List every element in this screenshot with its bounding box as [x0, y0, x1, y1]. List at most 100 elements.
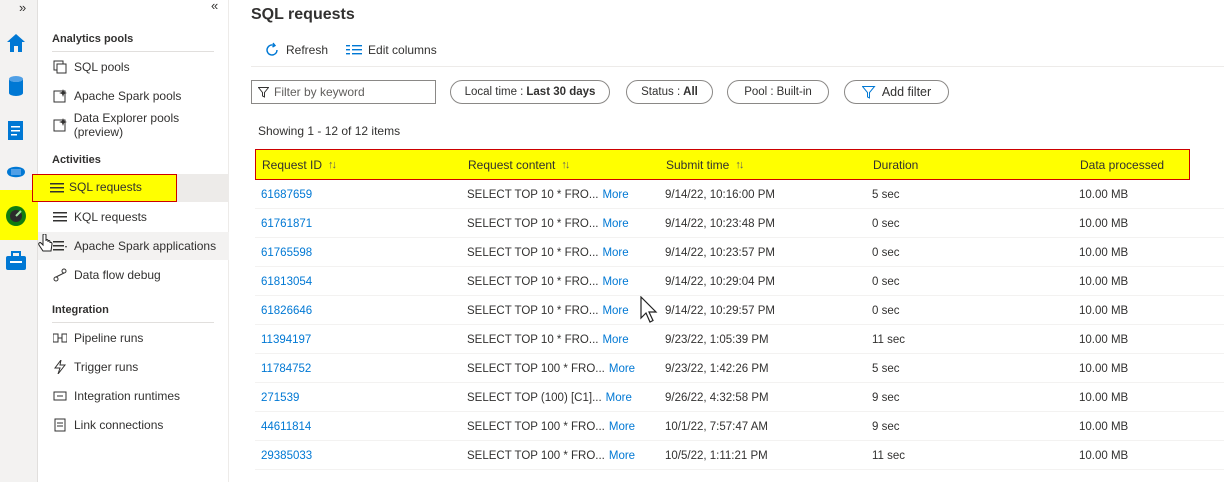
submit-time-text: 9/14/22, 10:29:04 PM	[665, 275, 775, 288]
request-id-link-text[interactable]: 271539	[261, 392, 299, 404]
duration: 0 sec	[872, 238, 900, 267]
more-link[interactable]: More	[602, 276, 628, 288]
table-header: Request ID ↑↓ Request content ↑↓ Submit ti…	[255, 149, 1190, 180]
table-row[interactable]: 61826646 SELECT TOP 10 * FRO... More 9/14/2…	[255, 296, 1224, 325]
request-content: SELECT TOP (100) [C1]... More	[467, 383, 632, 412]
request-id-link-text[interactable]: 44611814	[261, 421, 311, 433]
more-link[interactable]: More	[609, 421, 635, 433]
database-icon[interactable]	[4, 74, 28, 98]
request-id-link[interactable]: 61687659	[261, 180, 312, 209]
submit-time: 10/5/22, 1:11:21 PM	[665, 441, 768, 470]
add-filter-icon	[861, 85, 876, 99]
nav-item-trigger-runs[interactable]: Trigger runs	[38, 353, 229, 381]
filter-search-box[interactable]	[251, 80, 436, 104]
duration-text: 0 sec	[872, 304, 900, 317]
submit-time: 10/1/22, 7:57:47 AM	[665, 412, 768, 441]
request-id-link[interactable]: 61765598	[261, 238, 312, 267]
more-link[interactable]: More	[606, 392, 632, 404]
nav-item-label: SQL requests	[69, 180, 142, 195]
pool-filter[interactable]: Pool : Built-in	[727, 80, 829, 104]
home-icon[interactable]	[4, 31, 28, 55]
more-link[interactable]: More	[602, 189, 628, 201]
column-header-submit-time[interactable]: Submit time ↑↓	[666, 150, 744, 179]
status-filter[interactable]: Status : All	[626, 80, 713, 104]
nav-item-label: Link connections	[74, 418, 164, 432]
more-link[interactable]: More	[609, 363, 635, 375]
table-row[interactable]: 61761871 SELECT TOP 10 * FRO... More 9/14/2…	[255, 209, 1224, 238]
column-header-data-processed[interactable]: Data processed	[1080, 150, 1164, 179]
more-link[interactable]: More	[602, 334, 628, 346]
refresh-button[interactable]: Refresh	[264, 42, 328, 58]
duration: 0 sec	[872, 267, 900, 296]
request-id-link[interactable]: 11784752	[261, 354, 311, 383]
status-filter-value: All	[683, 86, 698, 98]
sort-icon: ↑↓	[735, 158, 744, 171]
local-time-filter[interactable]: Local time : Last 30 days	[450, 80, 610, 104]
nav-item-data-explorer-pools[interactable]: Data Explorer pools (preview)	[38, 111, 229, 139]
table-row[interactable]: 11394197 SELECT TOP 10 * FRO... More 9/23/2…	[255, 325, 1224, 354]
request-content: SELECT TOP 10 * FRO... More	[467, 267, 629, 296]
collapse-icon[interactable]: «	[211, 0, 218, 13]
expand-icon[interactable]: »	[19, 0, 26, 15]
column-header-request-id[interactable]: Request ID ↑↓	[262, 150, 337, 179]
manage-icon[interactable]	[4, 249, 28, 273]
request-id-link-text[interactable]: 61826646	[261, 305, 312, 317]
nav-item-spark-pools[interactable]: Apache Spark pools	[38, 82, 229, 110]
request-id-link-text[interactable]: 61765598	[261, 247, 312, 259]
duration-text: 9 sec	[872, 391, 900, 404]
data-processed: 10.00 MB	[1079, 412, 1128, 441]
column-header-duration[interactable]: Duration	[873, 150, 918, 179]
more-link[interactable]: More	[602, 247, 628, 259]
sort-icon: ↑↓	[328, 158, 337, 171]
monitor-icon[interactable]	[4, 204, 28, 228]
request-id-link-text[interactable]: 61813054	[261, 276, 312, 288]
divider	[52, 51, 214, 52]
nav-item-integration-runtimes[interactable]: Integration runtimes	[38, 382, 229, 410]
nav-item-spark-applications[interactable]: Apache Spark applications	[38, 232, 229, 260]
local-time-filter-label: Local time :	[464, 86, 524, 98]
filter-keyword-input[interactable]	[274, 85, 424, 99]
nav-item-sql-requests[interactable]: SQL requests	[32, 174, 229, 202]
nav-item-link-connections[interactable]: Link connections	[38, 411, 229, 439]
request-content: SELECT TOP 100 * FRO... More	[467, 412, 635, 441]
add-filter-button[interactable]: Add filter	[844, 80, 949, 104]
request-id-link[interactable]: 271539	[261, 383, 299, 412]
request-id-link-text[interactable]: 11784752	[261, 363, 311, 375]
request-id-link-text[interactable]: 61761871	[261, 218, 312, 230]
request-id-link[interactable]: 29385033	[261, 441, 312, 470]
document-icon[interactable]	[4, 118, 28, 142]
table-row[interactable]: 271539 SELECT TOP (100) [C1]... More 9/26/2…	[255, 383, 1224, 412]
request-id-link[interactable]: 44611814	[261, 412, 311, 441]
sql-requests-highlight: SQL requests	[32, 174, 177, 202]
data-flow-icon	[52, 267, 68, 283]
request-id-link-text[interactable]: 61687659	[261, 189, 312, 201]
table-row[interactable]: 61687659 SELECT TOP 10 * FRO... More 9/14/2…	[255, 180, 1224, 209]
nav-item-kql-requests[interactable]: KQL requests	[38, 203, 229, 231]
request-id-link-text[interactable]: 29385033	[261, 450, 312, 462]
request-id-link[interactable]: 61761871	[261, 209, 312, 238]
more-link[interactable]: More	[609, 450, 635, 462]
column-header-request-content[interactable]: Request content ↑↓	[468, 150, 570, 179]
request-content-text: SELECT TOP 10 * FRO...	[467, 188, 599, 201]
request-id-link[interactable]: 61813054	[261, 267, 312, 296]
table-row[interactable]: 61813054 SELECT TOP 10 * FRO... More 9/14/2…	[255, 267, 1224, 296]
more-link[interactable]: More	[602, 218, 628, 230]
nav-item-data-flow-debug[interactable]: Data flow debug	[38, 261, 229, 289]
request-content-text: SELECT TOP 10 * FRO...	[467, 304, 599, 317]
table-row[interactable]: 29385033 SELECT TOP 100 * FRO... More 10/5/…	[255, 441, 1224, 470]
toolbar: Refresh Edit columns	[264, 42, 437, 58]
duration-text: 9 sec	[872, 420, 900, 433]
table-row[interactable]: 44611814 SELECT TOP 100 * FRO... More 10/1/…	[255, 412, 1224, 441]
pipeline-icon[interactable]	[4, 160, 28, 184]
data-processed-text: 10.00 MB	[1079, 362, 1129, 375]
more-link[interactable]: More	[602, 305, 628, 317]
nav-item-sql-pools[interactable]: SQL pools	[38, 53, 229, 81]
request-id-link[interactable]: 11394197	[261, 325, 311, 354]
request-id-link-text[interactable]: 11394197	[261, 334, 311, 346]
edit-columns-button[interactable]: Edit columns	[346, 43, 437, 57]
refresh-icon	[266, 42, 278, 56]
table-row[interactable]: 61765598 SELECT TOP 10 * FRO... More 9/14/2…	[255, 238, 1224, 267]
table-row[interactable]: 11784752 SELECT TOP 100 * FRO... More 9/23/…	[255, 354, 1224, 383]
nav-item-pipeline-runs[interactable]: Pipeline runs	[38, 324, 229, 352]
request-id-link[interactable]: 61826646	[261, 296, 312, 325]
